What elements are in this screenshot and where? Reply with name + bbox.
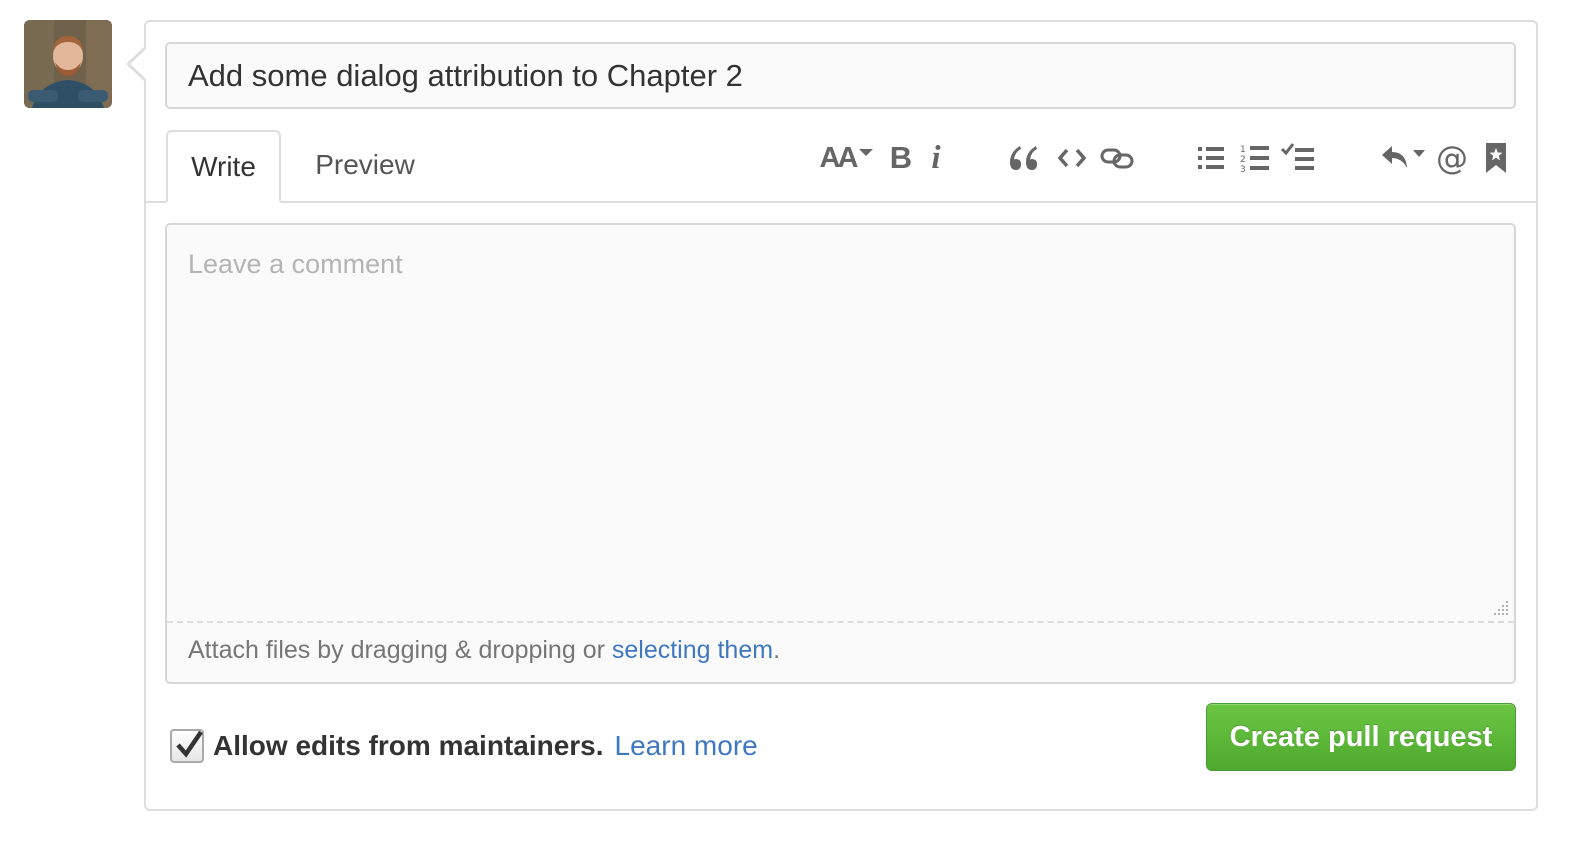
svg-text:1: 1: [1240, 145, 1246, 155]
attach-prefix: Attach files by dragging & dropping or: [188, 636, 612, 664]
numbered-list-glyph-icon: 1 2 3: [1240, 145, 1269, 173]
allow-edits-label: Allow edits from maintainers.: [213, 730, 604, 761]
pr-title-input[interactable]: [165, 42, 1516, 109]
create-pull-request-button[interactable]: Create pull request: [1206, 703, 1516, 771]
bookmark-icon: [1486, 143, 1506, 173]
quote-icon[interactable]: [1006, 138, 1040, 178]
text-size-icon[interactable]: AA: [818, 138, 876, 178]
chevron-down-icon: [859, 149, 874, 156]
bulleted-list-icon[interactable]: [1194, 138, 1228, 178]
reply-arrow-icon: [1382, 146, 1407, 168]
checkmark-icon: [176, 730, 203, 758]
reference-icon[interactable]: [1482, 138, 1510, 178]
italic-label: i: [931, 139, 941, 176]
learn-more-link[interactable]: Learn more: [615, 730, 758, 762]
drop-zone-divider: [167, 621, 1514, 623]
chevron-down-icon: [1413, 149, 1425, 157]
box-pointer-fill: [130, 49, 146, 79]
attach-suffix: .: [773, 636, 781, 664]
tab-write[interactable]: Write: [166, 130, 281, 203]
resize-grip-icon[interactable]: [1488, 597, 1510, 619]
link-icon[interactable]: [1098, 138, 1136, 178]
comment-textarea[interactable]: [169, 227, 1516, 619]
avatar-photo-icon: [24, 20, 112, 108]
code-glyph-icon: [1057, 148, 1087, 168]
mention-label: @: [1436, 139, 1468, 177]
bold-label: B: [889, 140, 913, 175]
task-list-icon[interactable]: [1280, 138, 1316, 178]
saved-replies-icon[interactable]: [1378, 138, 1428, 178]
attach-files-hint: Attach files by dragging & dropping or s…: [188, 633, 780, 667]
bold-icon[interactable]: B: [886, 138, 916, 178]
bullet-list-glyph-icon: [1198, 147, 1224, 169]
allow-edits-row: Allow edits from maintainers. Learn more: [170, 722, 758, 770]
text-size-label: AA: [819, 141, 859, 174]
quote-glyph-icon: [1010, 146, 1037, 170]
svg-text:3: 3: [1240, 165, 1246, 173]
select-files-link[interactable]: selecting them: [612, 636, 773, 664]
mention-icon[interactable]: @: [1434, 138, 1470, 178]
task-list-glyph-icon: [1281, 143, 1314, 170]
allow-edits-checkbox[interactable]: [170, 729, 204, 763]
tab-preview[interactable]: Preview: [296, 130, 434, 203]
numbered-list-icon[interactable]: 1 2 3: [1238, 138, 1272, 178]
italic-icon[interactable]: i: [924, 138, 948, 178]
link-glyph-icon: [1100, 148, 1134, 169]
user-avatar[interactable]: [24, 20, 112, 108]
comment-box: Attach files by dragging & dropping or s…: [165, 223, 1516, 684]
svg-text:2: 2: [1240, 155, 1246, 165]
code-icon[interactable]: [1054, 138, 1090, 178]
